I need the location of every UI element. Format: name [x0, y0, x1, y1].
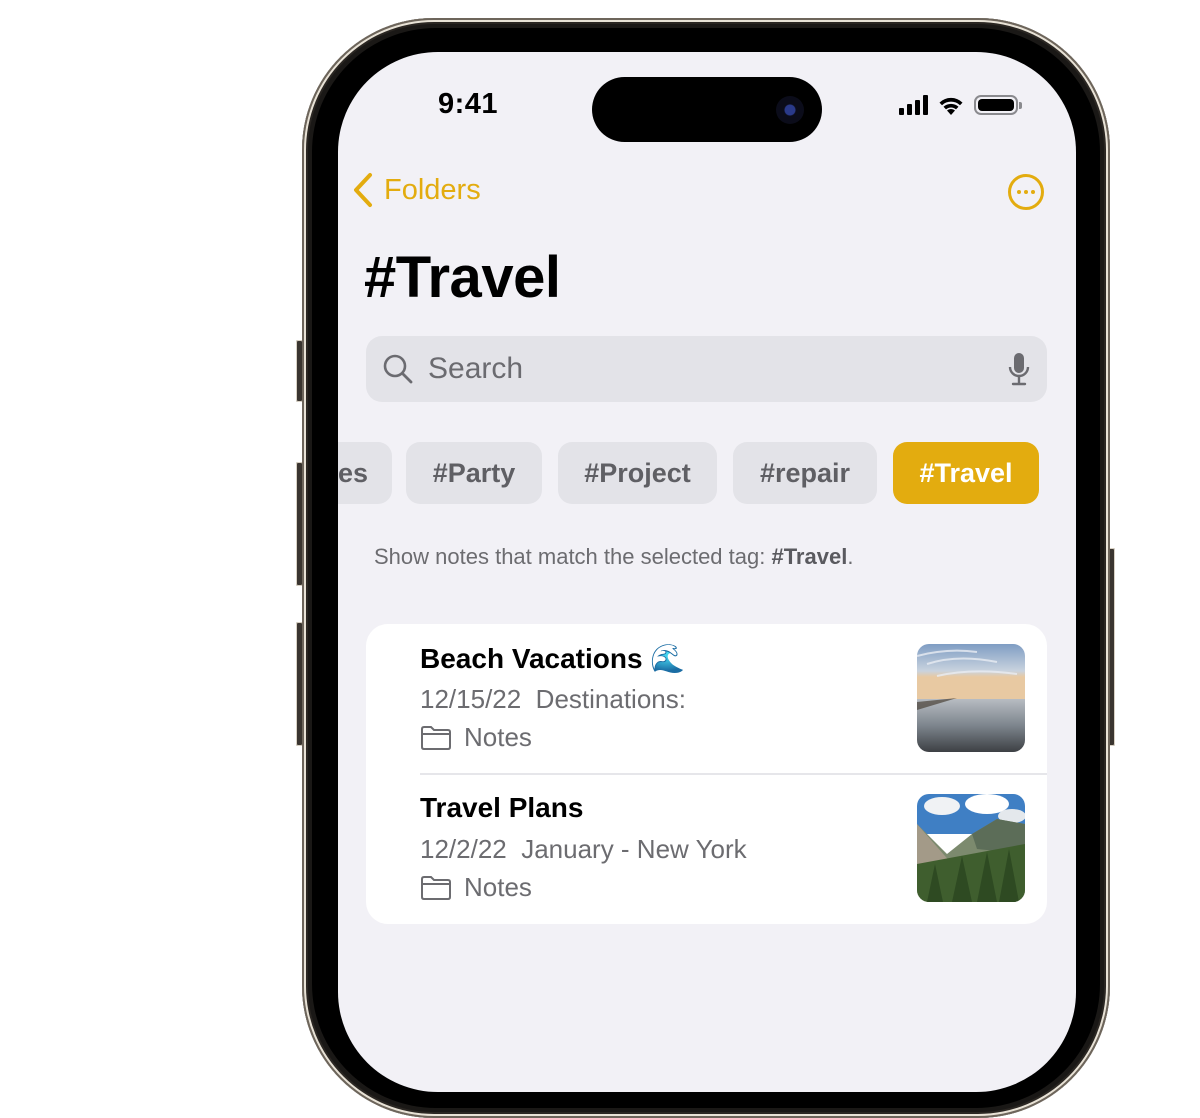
- ellipsis-dot: [1024, 190, 1028, 194]
- page-title: #Travel: [364, 245, 561, 310]
- back-button[interactable]: Folders: [352, 172, 481, 208]
- hint-suffix: .: [847, 544, 854, 569]
- tag-chip-project[interactable]: #Project: [558, 442, 717, 504]
- back-label: Folders: [384, 173, 481, 206]
- battery-icon: [974, 95, 1022, 115]
- camera-icon: [776, 96, 804, 124]
- cellular-signal-icon: [899, 95, 928, 115]
- note-folder-label: Notes: [464, 722, 532, 752]
- more-options-button[interactable]: [1008, 174, 1044, 210]
- note-preview: January - New York: [521, 834, 747, 864]
- hint-tag: #Travel: [771, 544, 848, 569]
- mountain-forest-photo: [917, 794, 1025, 902]
- notes-list: Beach Vacations 🌊 12/15/22 Destinations:…: [366, 624, 1047, 924]
- beach-photo: [917, 644, 1025, 752]
- note-folder: Notes: [420, 722, 532, 753]
- folder-icon: [421, 875, 451, 900]
- tag-chip-label: #Travel: [919, 457, 1013, 488]
- note-thumbnail-beach: [917, 644, 1025, 752]
- note-meta: 12/2/22 January - New York: [420, 834, 747, 865]
- note-date: 12/15/22: [420, 684, 522, 714]
- ellipsis-dot: [1031, 190, 1035, 194]
- note-meta: 12/15/22 Destinations:: [420, 684, 686, 715]
- ellipsis-dot: [1017, 190, 1021, 194]
- folder-icon: [421, 725, 451, 750]
- tag-chip-travel-selected[interactable]: #Travel: [893, 442, 1039, 504]
- tag-chip-label: #Project: [584, 457, 691, 488]
- tag-filter-bar: es #Party #Project #repair #Travel: [338, 442, 1076, 506]
- note-preview: Destinations:: [535, 684, 686, 714]
- status-time: 9:41: [438, 88, 499, 120]
- tag-chip-label: #Party: [432, 457, 516, 488]
- note-title: Beach Vacations 🌊: [420, 643, 686, 674]
- hint-text: Show notes that match the selected tag:: [374, 544, 772, 569]
- tag-chip-party[interactable]: #Party: [406, 442, 542, 504]
- wifi-icon: [939, 97, 963, 115]
- search-icon: [383, 354, 413, 384]
- tag-chip-recipes[interactable]: es: [338, 442, 392, 504]
- dynamic-island: [592, 77, 822, 142]
- tag-chip-label: es: [338, 457, 368, 488]
- note-title: Travel Plans: [420, 792, 584, 823]
- chevron-left-icon: [354, 173, 372, 207]
- note-folder-label: Notes: [464, 872, 532, 902]
- phone-screen: 9:41 Folders #Travel Search es #Party #P…: [338, 52, 1076, 1092]
- search-input[interactable]: [426, 351, 1007, 387]
- microphone-icon[interactable]: [1007, 351, 1031, 387]
- note-row[interactable]: Beach Vacations 🌊 12/15/22 Destinations:…: [366, 624, 1047, 775]
- search-bar[interactable]: [366, 336, 1047, 402]
- note-row[interactable]: Travel Plans 12/2/22 January - New York …: [366, 774, 1047, 924]
- tag-chip-repair[interactable]: #repair: [733, 442, 877, 504]
- note-thumbnail-mountains: [917, 794, 1025, 902]
- tag-chip-label: #repair: [759, 457, 851, 488]
- status-icons: [899, 94, 1022, 116]
- tag-filter-hint: Show notes that match the selected tag: …: [374, 544, 853, 570]
- note-folder: Notes: [420, 872, 532, 903]
- note-date: 12/2/22: [420, 834, 507, 864]
